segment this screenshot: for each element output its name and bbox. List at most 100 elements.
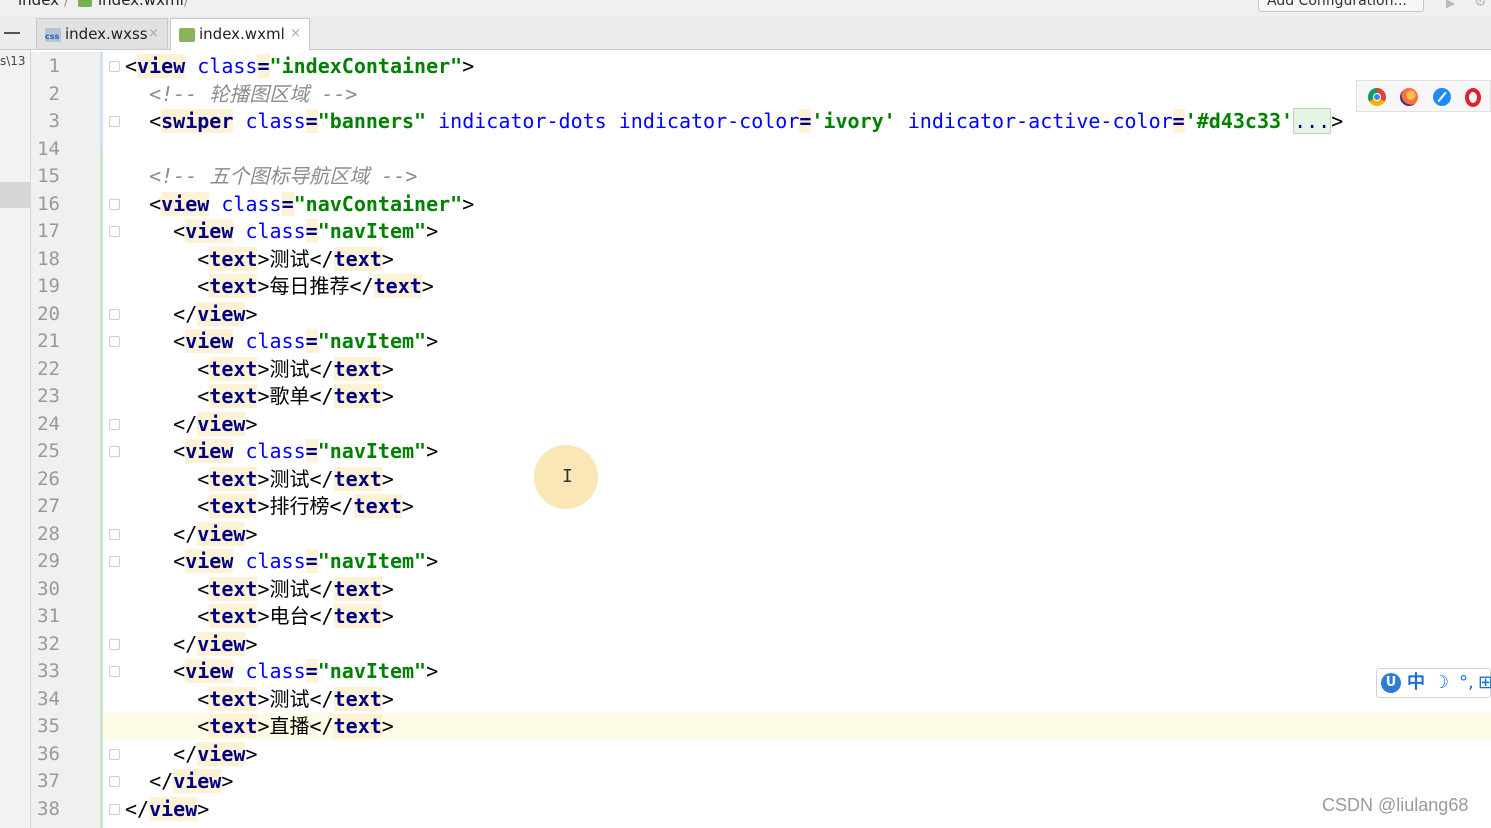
code-line[interactable]: 16 <view class="navContainer"> <box>31 191 1491 219</box>
code-line[interactable]: 37 </view> <box>31 768 1491 796</box>
code-line[interactable]: 36 </view> <box>31 741 1491 769</box>
code-text[interactable]: <text>电台</text> <box>125 603 394 630</box>
code-text[interactable]: </view> <box>125 768 233 795</box>
fold-icon[interactable] <box>109 446 120 457</box>
code-line[interactable]: 17 <view class="navItem"> <box>31 218 1491 246</box>
code-text[interactable]: <text>直播</text> <box>125 713 394 740</box>
code-token: text <box>209 246 258 271</box>
code-text[interactable]: <!-- 轮播图区域 --> <box>125 81 357 108</box>
run-icon[interactable]: ▶ <box>1446 0 1455 10</box>
code-line[interactable]: 27 <text>排行榜</text> <box>31 493 1491 521</box>
ime-mode-toggle[interactable]: 中 <box>1407 671 1425 695</box>
code-line[interactable]: 26 <text>测试</text> <box>31 466 1491 494</box>
code-text[interactable]: <!-- 五个图标导航区域 --> <box>125 163 417 190</box>
code-text[interactable]: </view> <box>125 741 257 768</box>
code-line[interactable]: 30 <text>测试</text> <box>31 576 1491 604</box>
add-configuration-button[interactable]: Add Configuration... <box>1258 0 1424 12</box>
code-text[interactable]: <view class="navItem"> <box>125 438 438 465</box>
safari-icon[interactable] <box>1433 88 1451 106</box>
breadcrumb-item-index[interactable]: index <box>18 0 59 9</box>
code-line[interactable]: 24 </view> <box>31 411 1491 439</box>
code-line[interactable]: 29 <view class="navItem"> <box>31 548 1491 576</box>
code-line[interactable]: 2 <!-- 轮播图区域 --> <box>31 81 1491 109</box>
code-text[interactable]: <text>测试</text> <box>125 686 394 713</box>
fold-icon[interactable] <box>109 308 120 320</box>
tab-index-wxss[interactable]: index.wxss × <box>36 18 168 49</box>
code-token: > <box>221 769 234 793</box>
code-text[interactable]: <text>每日推荐</text> <box>125 273 434 300</box>
code-line[interactable]: 33 <view class="navItem"> <box>31 658 1491 686</box>
code-line[interactable]: 32 </view> <box>31 631 1491 659</box>
code-token: > <box>381 686 394 711</box>
code-line[interactable]: 18 <text>测试</text> <box>31 246 1491 274</box>
moon-icon[interactable]: ☽ <box>1433 671 1449 695</box>
code-text[interactable]: <view class="indexContainer"> <box>125 53 474 80</box>
code-line[interactable]: 34 <text>测试</text> <box>31 686 1491 714</box>
collapse-icon[interactable] <box>4 32 20 34</box>
fold-icon[interactable] <box>109 198 120 210</box>
fold-icon[interactable] <box>109 776 120 787</box>
code-text[interactable]: <text>测试</text> <box>125 246 394 273</box>
code-text[interactable]: </view> <box>125 796 209 823</box>
code-token[interactable]: ... <box>1293 108 1332 134</box>
code-text[interactable]: </view> <box>125 631 257 658</box>
fold-icon[interactable] <box>109 61 120 72</box>
code-line[interactable]: 25 <view class="navItem"> <box>31 438 1491 466</box>
breadcrumb-item-file[interactable]: index.wxml <box>98 0 184 9</box>
keyboard-icon[interactable]: ⊞ <box>1478 671 1491 695</box>
code-line[interactable]: 3 <swiper class="banners" indicator-dots… <box>31 108 1491 136</box>
project-path-fragment[interactable]: s\13 <box>0 54 26 68</box>
code-text[interactable]: <view class="navItem"> <box>125 658 438 685</box>
fold-icon[interactable] <box>109 666 120 677</box>
close-icon[interactable]: × <box>148 19 159 49</box>
code-line[interactable]: 31 <text>电台</text> <box>31 603 1491 631</box>
code-line[interactable]: 22 <text>测试</text> <box>31 356 1491 384</box>
close-icon[interactable]: × <box>290 19 301 49</box>
code-text[interactable]: <text>测试</text> <box>125 356 394 383</box>
code-token: text <box>209 604 258 628</box>
fold-icon[interactable] <box>109 556 120 567</box>
code-line[interactable]: 38 </view> <box>31 796 1491 824</box>
fold-icon[interactable] <box>109 336 120 347</box>
code-line[interactable]: 28 </view> <box>31 521 1491 549</box>
code-text[interactable]: <swiper class="banners" indicator-dots i… <box>125 108 1343 135</box>
code-token: > <box>257 356 270 381</box>
firefox-icon[interactable] <box>1400 88 1418 106</box>
tool-strip-selection[interactable] <box>0 182 30 208</box>
punctuation-icon[interactable]: °, <box>1459 671 1474 695</box>
ime-logo-icon[interactable]: U <box>1381 673 1401 693</box>
code-text[interactable]: <view class="navItem"> <box>125 328 438 355</box>
opera-icon[interactable] <box>1465 88 1481 107</box>
chrome-icon[interactable] <box>1368 88 1386 106</box>
code-text[interactable]: </view> <box>125 301 257 328</box>
code-text[interactable]: </view> <box>125 411 257 438</box>
code-line[interactable]: 21 <view class="navItem"> <box>31 328 1491 356</box>
code-line[interactable]: 14 <box>31 136 1491 164</box>
code-line[interactable]: 15 <!-- 五个图标导航区域 --> <box>31 163 1491 191</box>
code-token: </ <box>149 769 174 793</box>
code-text[interactable]: <text>测试</text> <box>125 576 394 603</box>
fold-icon[interactable] <box>109 803 120 815</box>
code-line[interactable]: 23 <text>歌单</text> <box>31 383 1491 411</box>
code-text[interactable]: <text>排行榜</text> <box>125 493 414 520</box>
code-line[interactable]: 20 </view> <box>31 301 1491 329</box>
code-line[interactable]: 1 <view class="indexContainer"> <box>31 53 1491 81</box>
fold-icon[interactable] <box>109 226 120 237</box>
fold-icon[interactable] <box>109 638 120 650</box>
fold-icon[interactable] <box>109 116 120 127</box>
fold-icon[interactable] <box>109 748 120 760</box>
code-text[interactable]: <text>测试</text> <box>125 466 394 493</box>
gear-icon[interactable]: ⚙ <box>1474 0 1487 10</box>
code-lines[interactable]: 1 <view class="indexContainer"> 2 <!-- 轮播图… <box>31 53 1491 823</box>
code-text[interactable]: <view class="navItem"> <box>125 548 438 575</box>
code-text[interactable]: </view> <box>125 521 257 548</box>
tab-index-wxml[interactable]: index.wxml × <box>170 18 310 50</box>
code-line[interactable]: 35 <text>直播</text> <box>31 713 1491 741</box>
code-text[interactable]: <text>歌单</text> <box>125 383 394 410</box>
code-text[interactable]: <view class="navContainer"> <box>125 191 474 218</box>
fold-icon[interactable] <box>109 528 120 540</box>
fold-icon[interactable] <box>109 418 120 430</box>
code-line[interactable]: 19 <text>每日推荐</text> <box>31 273 1491 301</box>
code-text[interactable]: <view class="navItem"> <box>125 218 438 245</box>
